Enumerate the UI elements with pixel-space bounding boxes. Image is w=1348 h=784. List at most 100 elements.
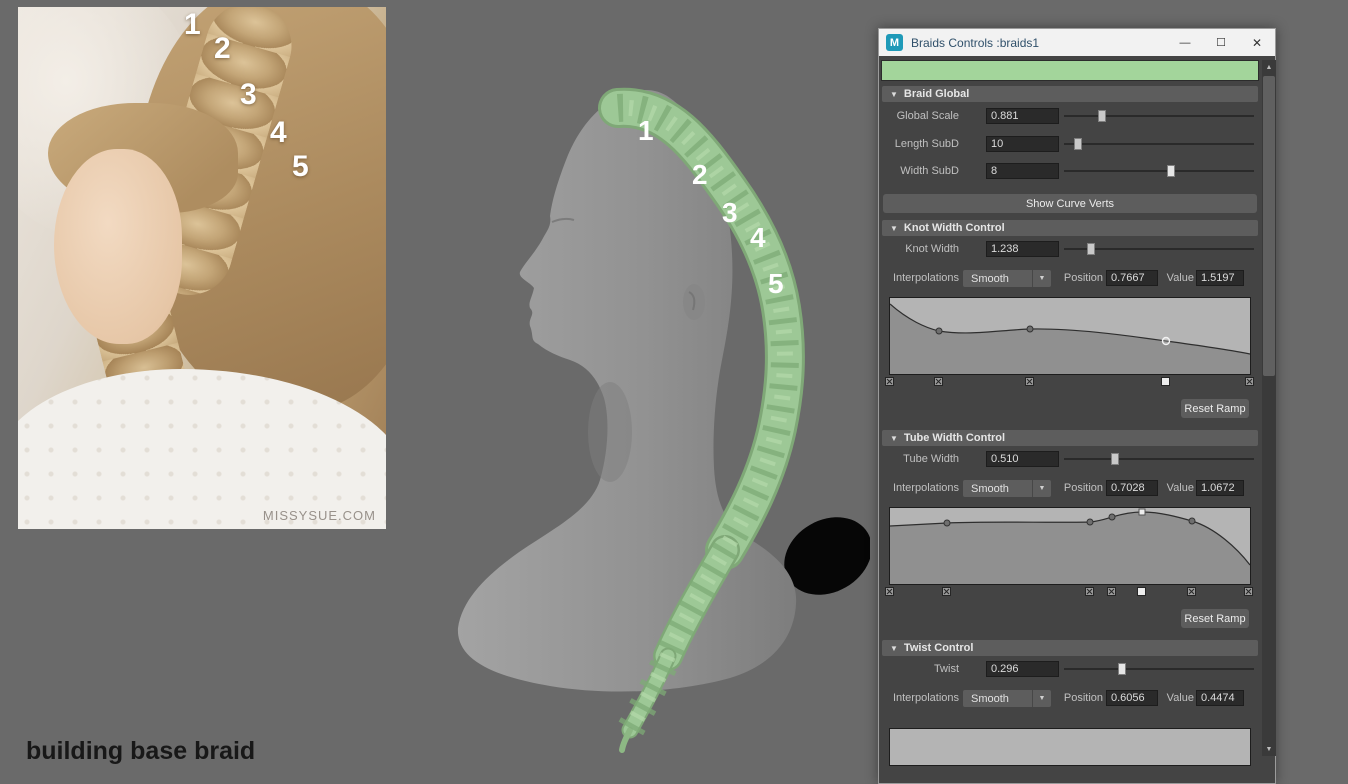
color-swatch[interactable] (881, 60, 1259, 81)
tube-width-slider[interactable] (1064, 451, 1254, 467)
show-curve-verts-button[interactable]: Show Curve Verts (883, 194, 1257, 213)
ramp-point-marker[interactable] (885, 587, 894, 596)
panel-scrollbar[interactable]: ▲ ▼ (1262, 60, 1276, 756)
chevron-down-icon[interactable]: ▼ (1032, 270, 1051, 287)
width-subd-label: Width SubD (879, 163, 959, 179)
twist-field[interactable] (986, 661, 1059, 677)
knot-interpolations-label: Interpolations (879, 270, 959, 286)
minimize-button[interactable]: — (1167, 29, 1203, 56)
tube-width-ramp[interactable] (889, 507, 1251, 585)
slider-track (1064, 458, 1254, 460)
tube-point-value-field[interactable] (1196, 480, 1244, 496)
slider-handle[interactable] (1167, 165, 1175, 177)
section-header-tube-width[interactable]: ▼ Tube Width Control (882, 430, 1258, 446)
dropdown-value: Smooth (971, 273, 1032, 285)
ramp-point[interactable] (1189, 518, 1195, 524)
twist-point-value-field[interactable] (1196, 690, 1244, 706)
ramp-point[interactable] (1027, 326, 1033, 332)
scroll-up-icon[interactable]: ▲ (1262, 60, 1276, 74)
knot-width-field[interactable] (986, 241, 1059, 257)
dropdown-value: Smooth (971, 483, 1032, 495)
ramp-point[interactable] (1109, 514, 1115, 520)
close-button[interactable]: ✕ (1239, 29, 1275, 56)
width-subd-slider[interactable] (1064, 163, 1254, 179)
window-buttons: — ☐ ✕ (1167, 29, 1275, 56)
ramp-point-marker[interactable] (1245, 377, 1254, 386)
slider-handle[interactable] (1098, 110, 1106, 122)
knot-interpolation-dropdown[interactable]: Smooth ▼ (963, 270, 1051, 287)
length-subd-field[interactable] (986, 136, 1059, 152)
ramp-point[interactable] (944, 520, 950, 526)
global-scale-slider[interactable] (1064, 108, 1254, 124)
photo-step-2: 2 (214, 32, 231, 66)
ramp-point-selected[interactable] (1139, 509, 1145, 515)
maya-icon: M (886, 34, 903, 51)
collapse-triangle-icon[interactable]: ▼ (890, 224, 898, 233)
ramp-point-marker-selected[interactable] (1137, 587, 1146, 596)
scrollbar-thumb[interactable] (1263, 76, 1275, 376)
tube-width-field[interactable] (986, 451, 1059, 467)
tube-interpolation-dropdown[interactable]: Smooth ▼ (963, 480, 1051, 497)
twist-position-field[interactable] (1106, 690, 1158, 706)
section-title: Knot Width Control (904, 222, 1005, 234)
global-scale-field[interactable] (986, 108, 1059, 124)
ramp-point-marker[interactable] (885, 377, 894, 386)
ramp-point-marker[interactable] (1244, 587, 1253, 596)
tube-position-field[interactable] (1106, 480, 1158, 496)
tube-reset-ramp-button[interactable]: Reset Ramp (1181, 609, 1249, 628)
ramp-point-marker-selected[interactable] (1161, 377, 1170, 386)
length-subd-label: Length SubD (879, 136, 959, 152)
ramp-point-marker[interactable] (1085, 587, 1094, 596)
knot-value-label: Value (1162, 270, 1194, 286)
chevron-down-icon[interactable]: ▼ (1032, 480, 1051, 497)
twist-interpolations-label: Interpolations (879, 690, 959, 706)
section-title: Twist Control (904, 642, 973, 654)
3d-viewport[interactable]: 1 2 3 4 5 (430, 60, 870, 784)
collapse-triangle-icon[interactable]: ▼ (890, 434, 898, 443)
ramp-point[interactable] (936, 328, 942, 334)
window-title: Braids Controls :braids1 (911, 36, 1039, 50)
ramp-point-marker[interactable] (934, 377, 943, 386)
knot-point-value-field[interactable] (1196, 270, 1244, 286)
twist-slider[interactable] (1064, 661, 1254, 677)
viewport-step-3: 3 (722, 197, 738, 228)
ramp-point-marker[interactable] (1187, 587, 1196, 596)
knot-position-field[interactable] (1106, 270, 1158, 286)
twist-interpolation-dropdown[interactable]: Smooth ▼ (963, 690, 1051, 707)
knot-width-slider[interactable] (1064, 241, 1254, 257)
global-scale-label: Global Scale (879, 108, 959, 124)
section-header-knot-width[interactable]: ▼ Knot Width Control (882, 220, 1258, 236)
twist-ramp[interactable] (889, 728, 1251, 766)
knot-width-ramp[interactable] (889, 297, 1251, 375)
desktop: 1 2 3 4 5 MISSYSUE.COM (0, 0, 1348, 784)
scroll-down-icon[interactable]: ▼ (1262, 742, 1276, 756)
collapse-triangle-icon[interactable]: ▼ (890, 90, 898, 99)
slider-handle[interactable] (1074, 138, 1082, 150)
section-title: Braid Global (904, 88, 969, 100)
ramp-point[interactable] (1087, 519, 1093, 525)
ramp-point-marker[interactable] (1025, 377, 1034, 386)
tube-position-label: Position (1057, 480, 1103, 496)
slider-track (1064, 668, 1254, 670)
window-titlebar[interactable]: M Braids Controls :braids1 — ☐ ✕ (879, 29, 1275, 56)
neck-shading (588, 382, 632, 482)
knot-reset-ramp-button[interactable]: Reset Ramp (1181, 399, 1249, 418)
ramp-fill (890, 304, 1250, 374)
ramp-point-marker[interactable] (1107, 587, 1116, 596)
width-subd-field[interactable] (986, 163, 1059, 179)
photo-step-3: 3 (240, 78, 257, 112)
ramp-point-marker[interactable] (942, 587, 951, 596)
collapse-triangle-icon[interactable]: ▼ (890, 644, 898, 653)
tube-width-label: Tube Width (879, 451, 959, 467)
slider-handle[interactable] (1118, 663, 1126, 675)
section-header-twist[interactable]: ▼ Twist Control (882, 640, 1258, 656)
slider-track (1064, 115, 1254, 117)
slider-handle[interactable] (1111, 453, 1119, 465)
maximize-button[interactable]: ☐ (1203, 29, 1239, 56)
section-header-braid-global[interactable]: ▼ Braid Global (882, 86, 1258, 102)
slider-handle[interactable] (1087, 243, 1095, 255)
slider-track (1064, 170, 1254, 172)
ramp-point-selected[interactable] (1163, 338, 1170, 345)
chevron-down-icon[interactable]: ▼ (1032, 690, 1051, 707)
length-subd-slider[interactable] (1064, 136, 1254, 152)
